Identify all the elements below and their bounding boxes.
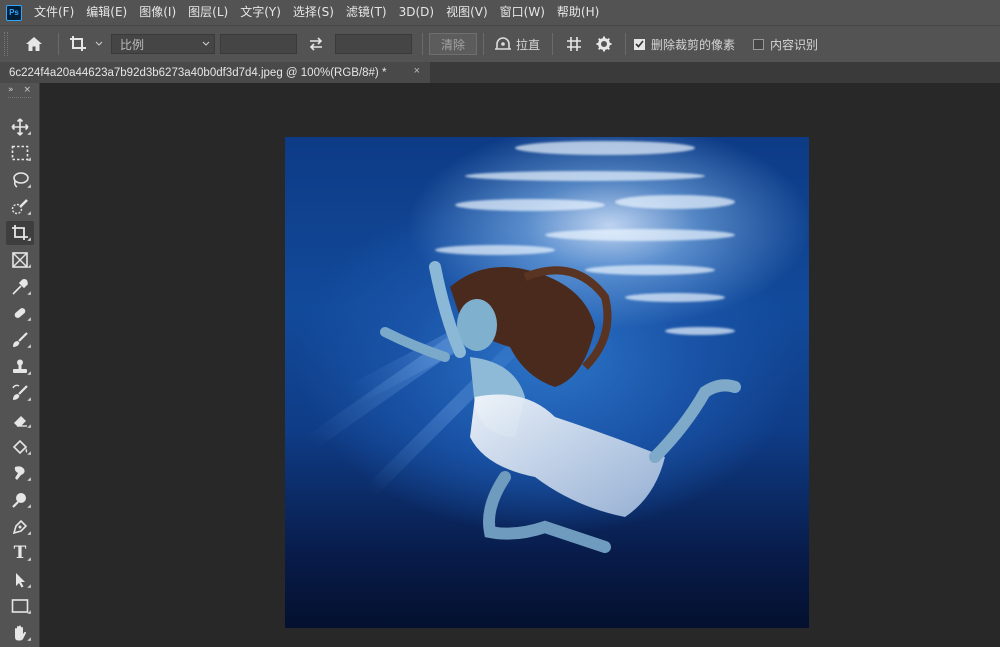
type-tool-icon[interactable]: T	[6, 541, 34, 565]
move-tool-icon[interactable]	[6, 115, 34, 139]
menu-view[interactable]: 视图(V)	[440, 0, 494, 25]
document-tab-bar: 6c224f4a20a44623a7b92d3b6273a40b0df3d7d4…	[0, 62, 1000, 83]
underwater-photo[interactable]	[285, 137, 809, 628]
delete-cropped-label: 删除裁剪的像素	[651, 37, 736, 52]
straighten-icon[interactable]	[490, 31, 516, 57]
eraser-tool-icon[interactable]	[6, 408, 34, 432]
swap-arrows-icon[interactable]	[297, 31, 335, 57]
options-bar: 比例 清除 拉直 删除裁剪的像素 内容识别	[0, 25, 1000, 62]
separator	[58, 33, 59, 55]
crop-tool-icon[interactable]	[6, 221, 34, 245]
photoshop-logo: Ps	[6, 4, 22, 21]
marquee-tool-icon[interactable]	[6, 141, 34, 165]
separator	[552, 33, 554, 55]
delete-cropped-checkbox[interactable]	[634, 38, 646, 50]
crop-width-field[interactable]	[220, 34, 297, 54]
healing-brush-tool-icon[interactable]	[6, 301, 34, 325]
swimmer-figure	[380, 261, 741, 553]
history-brush-tool-icon[interactable]	[6, 381, 34, 405]
menu-bar: Ps 文件(F) 编辑(E) 图像(I) 图层(L) 文字(Y) 选择(S) 滤…	[0, 0, 1000, 25]
separator	[625, 33, 627, 55]
home-icon[interactable]	[16, 31, 52, 57]
clear-button[interactable]: 清除	[429, 33, 477, 55]
quick-selection-tool-icon[interactable]	[6, 195, 34, 219]
type-glyph: T	[13, 543, 27, 563]
menu-image[interactable]: 图像(I)	[133, 0, 182, 25]
ratio-select-value: 比例	[120, 37, 145, 52]
separator	[483, 33, 484, 55]
crop-preset-picker[interactable]	[65, 31, 107, 57]
dodge-tool-icon[interactable]	[6, 488, 34, 512]
checkmark-icon	[635, 40, 644, 48]
document-canvas[interactable]	[41, 83, 1000, 647]
delete-cropped-pixels-option[interactable]: 删除裁剪的像素	[634, 36, 735, 53]
smudge-tool-icon[interactable]	[6, 461, 34, 485]
tools-panel: » × T	[0, 83, 40, 647]
lasso-tool-icon[interactable]	[6, 168, 34, 192]
path-selection-tool-icon[interactable]	[6, 568, 34, 592]
menu-select[interactable]: 选择(S)	[287, 0, 340, 25]
eyedropper-tool-icon[interactable]	[6, 275, 34, 299]
content-aware-option[interactable]: 内容识别	[753, 36, 818, 53]
menu-filter[interactable]: 滤镜(T)	[340, 0, 393, 25]
tools-panel-header: » ×	[0, 83, 39, 97]
menu-3d[interactable]: 3D(D)	[393, 0, 440, 25]
overlay-grid-icon[interactable]	[559, 31, 589, 57]
ratio-select[interactable]: 比例	[111, 34, 215, 54]
separator	[422, 33, 423, 55]
frame-tool-icon[interactable]	[6, 248, 34, 272]
document-tab[interactable]: 6c224f4a20a44623a7b92d3b6273a40b0df3d7d4…	[0, 62, 430, 83]
menu-type[interactable]: 文字(Y)	[234, 0, 287, 25]
content-aware-label: 内容识别	[770, 37, 819, 52]
content-aware-checkbox[interactable]	[753, 38, 765, 50]
chevron-down-icon	[202, 41, 210, 46]
pen-tool-icon[interactable]	[6, 515, 34, 539]
brush-tool-icon[interactable]	[6, 328, 34, 352]
clone-stamp-tool-icon[interactable]	[6, 355, 34, 379]
close-icon[interactable]: ×	[414, 65, 420, 77]
paint-bucket-tool-icon[interactable]	[6, 435, 34, 459]
rectangle-tool-icon[interactable]	[6, 594, 34, 618]
gear-icon[interactable]	[589, 31, 619, 57]
chevron-down-icon	[95, 41, 103, 46]
tools-panel-grip[interactable]	[8, 97, 31, 103]
straighten-label[interactable]: 拉直	[516, 36, 540, 53]
menu-edit[interactable]: 编辑(E)	[80, 0, 133, 25]
menu-file[interactable]: 文件(F)	[34, 0, 80, 25]
options-grip[interactable]	[4, 32, 8, 56]
menu-layer[interactable]: 图层(L)	[182, 0, 234, 25]
hand-tool-icon[interactable]	[6, 621, 34, 645]
crop-icon	[70, 36, 86, 51]
document-tab-title: 6c224f4a20a44623a7b92d3b6273a40b0df3d7d4…	[9, 66, 387, 79]
menu-help[interactable]: 帮助(H)	[551, 0, 605, 25]
crop-height-field[interactable]	[335, 34, 412, 54]
collapse-icon[interactable]: »	[8, 85, 14, 95]
close-icon[interactable]: ×	[23, 85, 31, 95]
menu-window[interactable]: 窗口(W)	[494, 0, 551, 25]
